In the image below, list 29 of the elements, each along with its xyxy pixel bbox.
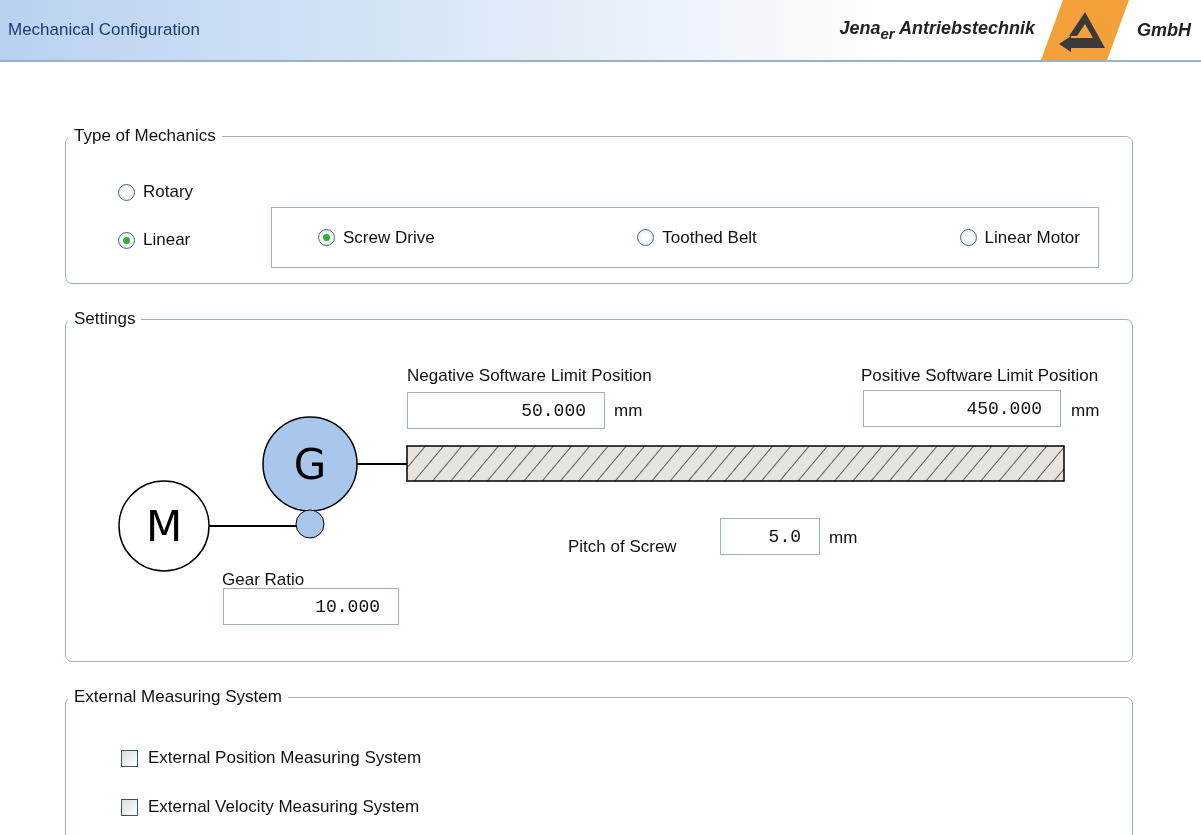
motor-icon: M — [118, 480, 210, 572]
input-field[interactable]: 10.000 — [223, 588, 399, 625]
input-field[interactable]: 5.0 — [720, 518, 820, 555]
checkbox-option[interactable]: External Velocity Measuring System — [121, 797, 420, 817]
radio-option[interactable]: Rotary — [118, 182, 194, 202]
unit-label: mm — [1071, 401, 1100, 421]
field-label: Pitch of Screw — [568, 537, 677, 557]
group-title: Settings — [73, 309, 137, 329]
field-label: Positive Software Limit Position — [861, 366, 1099, 386]
radio-option[interactable]: Linear Motor — [959, 227, 1080, 248]
logo-icon — [1041, 0, 1129, 60]
field-label: Gear Ratio — [222, 570, 305, 590]
gear-icon: G — [262, 416, 358, 512]
unit-label: mm — [614, 401, 643, 421]
group-title: External Measuring System — [73, 687, 283, 707]
logo-text: GmbH — [1137, 19, 1191, 41]
input-field[interactable]: 50.000 — [407, 392, 605, 429]
input-field[interactable]: 450.000 — [863, 390, 1061, 427]
radio-option[interactable]: Linear — [118, 230, 191, 250]
logo-text: Jena$_{er}$ Antriebstechnik — [839, 18, 1035, 42]
group-title: Type of Mechanics — [73, 126, 217, 146]
shaft-line — [356, 463, 408, 465]
radio-option[interactable]: Screw Drive — [318, 227, 435, 248]
checkbox-option[interactable]: External Position Measuring System — [121, 748, 422, 768]
radio-option[interactable]: Toothed Belt — [637, 227, 757, 248]
unit-label: mm — [829, 528, 858, 548]
field-label: Negative Software Limit Position — [407, 366, 652, 386]
pinion-icon — [295, 509, 325, 539]
page-title: Mechanical Configuration — [8, 20, 200, 40]
